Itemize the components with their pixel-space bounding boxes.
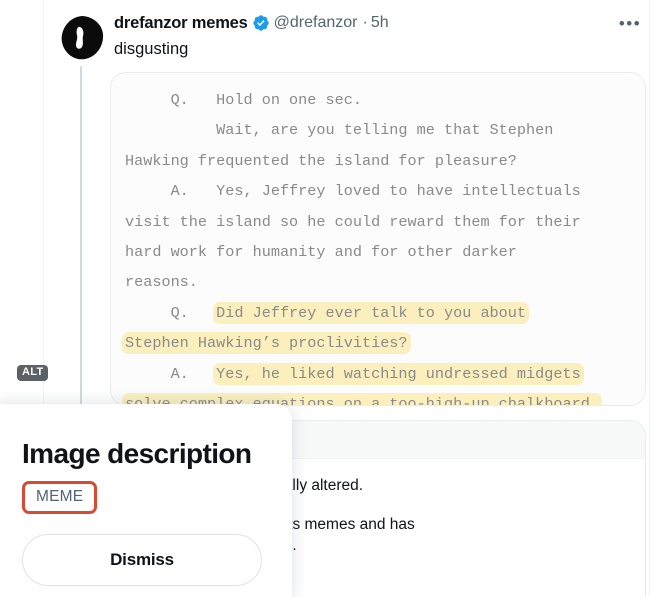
highlighted-text: Stephen Hawking’s proclivities?	[122, 332, 411, 355]
more-options-icon[interactable]: •••	[616, 14, 644, 34]
tweet-image-card[interactable]: Q. Hold on one sec. Wait, are you tellin…	[110, 72, 646, 406]
alt-badge[interactable]: ALT	[17, 365, 49, 381]
plain-text: A.	[125, 364, 217, 383]
transcript-line: hard work for humanity and for other dar…	[125, 237, 633, 267]
transcript-line: Wait, are you telling me that Stephen	[125, 115, 633, 145]
image-description-text: MEME	[36, 488, 84, 505]
tweet-timestamp[interactable]: 5h	[371, 14, 389, 32]
plain-text: visit the island so he could reward them…	[125, 212, 581, 231]
plain-text: Q.	[125, 303, 217, 322]
tweet-detail-screen: drefanzor memes @drefanzor · 5h disgusti…	[0, 0, 650, 597]
transcript-line: Stephen Hawking’s proclivities?	[122, 328, 633, 358]
image-description-dialog[interactable]: Image description MEME Dismiss	[0, 404, 292, 597]
transcript-line: A. Yes, he liked watching undressed midg…	[125, 359, 633, 389]
metadata-separator: ·	[362, 14, 368, 31]
transcript-line: Q. Hold on one sec.	[125, 85, 633, 115]
highlighted-text: Did Jeffrey ever talk to you about	[213, 301, 530, 324]
plain-text: Wait, are you telling me that Stephen	[125, 121, 554, 140]
transcript-line: Hawking frequented the island for pleasu…	[125, 146, 633, 176]
highlighted-text: Yes, he liked watching undressed midgets	[213, 362, 584, 385]
dismiss-button[interactable]: Dismiss	[22, 534, 262, 586]
transcript-line: Q. Did Jeffrey ever talk to you about	[125, 298, 633, 328]
transcript-line: visit the island so he could reward them…	[125, 207, 633, 237]
dialog-title: Image description	[22, 438, 252, 469]
verified-badge-icon	[252, 14, 270, 32]
author-handle[interactable]: @drefanzor	[274, 14, 358, 32]
transcript-line: reasons.	[125, 267, 633, 297]
plain-text: A. Yes, Jeffrey loved to have intellectu…	[125, 182, 581, 201]
thread-connector-line	[80, 66, 82, 406]
image-description-highlight-box: MEME	[22, 481, 98, 514]
plain-text: Q. Hold on one sec.	[125, 91, 362, 109]
plain-text: reasons.	[125, 273, 198, 292]
tweet-body: drefanzor memes @drefanzor · 5h disgusti…	[114, 12, 650, 60]
tweet-author-row: drefanzor memes @drefanzor · 5h	[114, 12, 650, 34]
transcript-text: Q. Hold on one sec. Wait, are you tellin…	[111, 73, 645, 405]
author-display-name[interactable]: drefanzor memes	[114, 14, 248, 33]
avatar-image	[58, 14, 106, 62]
tweet-text: disgusting	[114, 40, 189, 58]
plain-text: Hawking frequented the island for pleasu…	[125, 151, 517, 170]
transcript-line: A. Yes, Jeffrey loved to have intellectu…	[125, 176, 633, 206]
avatar[interactable]	[58, 14, 106, 62]
plain-text: hard work for humanity and for other dar…	[125, 242, 517, 261]
